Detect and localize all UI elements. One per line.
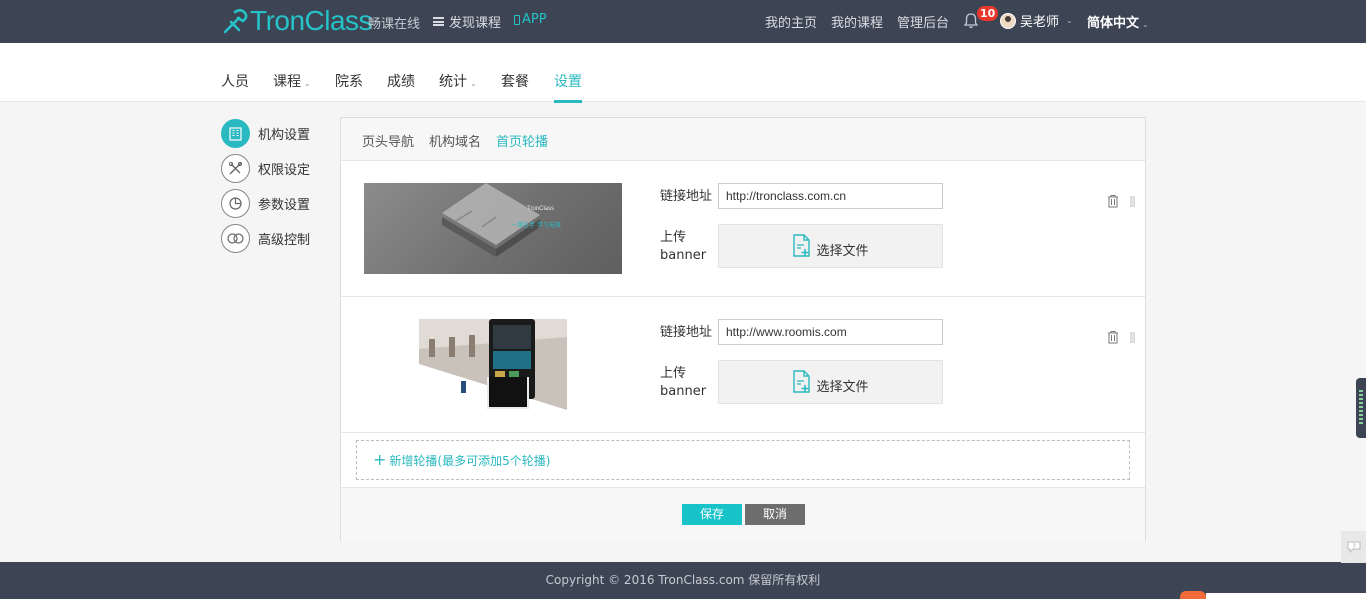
white-corner-strip: [1206, 593, 1366, 599]
my-home-link[interactable]: 我的主页: [765, 12, 817, 31]
subnav-item-packages[interactable]: 套餐: [501, 71, 529, 100]
chevron-down-icon: ⌄: [1142, 20, 1149, 29]
sidebar-label: 权限设定: [258, 163, 311, 178]
svg-text:?: ?: [1352, 543, 1355, 550]
settings-tabs: 页头导航 机构域名 首页轮播: [341, 118, 1145, 163]
orange-corner-widget: [1180, 591, 1206, 599]
subnav-label: 设置: [554, 74, 582, 90]
page-footer: Copyright © 2016 TronClass.com 保留所有权利: [0, 562, 1366, 599]
sub-navigation: 人员 课程 ⌄ 院系 成绩 统计 ⌄ 套餐 设置: [0, 43, 1366, 103]
user-name: 吴老师: [1020, 15, 1060, 30]
sidebar-label: 参数设置: [258, 198, 311, 213]
discover-courses-link[interactable]: 发现课程: [433, 12, 501, 31]
save-button[interactable]: 保存: [682, 504, 742, 525]
tab-homepage-carousel[interactable]: 首页轮播: [488, 131, 557, 163]
trash-icon[interactable]: [1107, 194, 1119, 208]
add-banner-button[interactable]: + 新增轮播(最多可添加5个轮播): [356, 440, 1130, 480]
my-courses-link[interactable]: 我的课程: [831, 12, 883, 31]
choose-file-label: 选择文件: [816, 243, 869, 259]
sidebar-item-permissions[interactable]: 权限设定: [221, 154, 310, 183]
tronclass-logo[interactable]: TronClass: [221, 5, 373, 37]
banner-image-preview: [419, 319, 567, 410]
top-header: TronClass 畅课在线 发现课程 APP 我的主页 我的课程 管理后台 1…: [0, 0, 1366, 43]
pie-chart-icon: [221, 189, 250, 218]
choose-file-button[interactable]: 选择文件: [718, 224, 943, 268]
choose-file-button[interactable]: 选择文件: [718, 360, 943, 404]
chevron-down-icon: ⌄: [1066, 16, 1073, 25]
sidebar-item-advanced[interactable]: 高级控制: [221, 224, 310, 253]
sidebar-label: 机构设置: [258, 128, 311, 143]
subnav-item-settings[interactable]: 设置: [554, 71, 582, 103]
user-menu[interactable]: 吴老师 ⌄: [1000, 11, 1073, 30]
banner-image-preview: TronClass 一课在手 学习无限: [364, 183, 622, 274]
add-banner-label: 新增轮播(最多可添加5个轮播): [389, 453, 551, 468]
upload-banner-label: 上传banner: [660, 366, 707, 399]
language-selector[interactable]: 简体中文 ⌄: [1087, 12, 1149, 31]
app-label: APP: [522, 12, 547, 27]
banner-row: TronClass 一课在手 学习无限 链接地址 上传banner 选择文件: [341, 161, 1145, 297]
subnav-item-grades[interactable]: 成绩: [387, 71, 415, 100]
app-link[interactable]: APP: [514, 12, 547, 27]
tab-header-nav[interactable]: 页头导航: [362, 131, 414, 161]
logo-mark-icon: [221, 6, 249, 36]
settings-panel: 页头导航 机构域名 首页轮播 TronClass 一课在手 学习无限 链接地址 …: [340, 117, 1146, 541]
sidebar-item-org-settings[interactable]: 机构设置: [221, 119, 310, 148]
cancel-button[interactable]: 取消: [745, 504, 805, 525]
banner-image-slogan: 一课在手 学习无限: [511, 222, 561, 229]
chat-bubble-icon: ?: [1347, 541, 1360, 553]
copyright-text: Copyright © 2016 TronClass.com 保留所有权利: [545, 573, 821, 587]
plus-icon: +: [373, 450, 387, 469]
sidebar-label: 高级控制: [258, 233, 311, 248]
chevron-down-icon: ⌄: [470, 79, 477, 88]
drag-handle[interactable]: [1130, 196, 1135, 207]
choose-file-label: 选择文件: [816, 379, 869, 395]
chevron-down-icon: ⌄: [304, 79, 311, 88]
upload-banner-label: 上传banner: [660, 230, 707, 263]
language-label: 简体中文: [1087, 16, 1140, 31]
signal-bars-icon: [1359, 390, 1363, 426]
link-url-input[interactable]: [718, 183, 943, 209]
toggle-icon: [221, 224, 250, 253]
side-widget-tab[interactable]: [1356, 378, 1366, 438]
subnav-item-courses[interactable]: 课程 ⌄: [273, 71, 311, 100]
building-icon: [221, 119, 250, 148]
subnav-item-statistics[interactable]: 统计 ⌄: [439, 71, 477, 100]
admin-link[interactable]: 管理后台: [897, 12, 949, 31]
menu-icon: [433, 17, 444, 26]
tab-org-domain[interactable]: 机构域名: [429, 131, 481, 161]
phone-icon: [514, 14, 520, 25]
subnav-label: 套餐: [501, 74, 529, 90]
subnav-label: 人员: [221, 74, 249, 90]
subnav-item-people[interactable]: 人员: [221, 71, 249, 100]
link-url-input[interactable]: [718, 319, 943, 345]
link-label: 链接地址: [660, 189, 713, 204]
subnav-label: 课程: [273, 74, 301, 90]
subnav-label: 统计: [439, 74, 467, 90]
banner-row: 链接地址 上传banner 选择文件: [341, 297, 1145, 433]
subnav-item-departments[interactable]: 院系: [335, 71, 363, 100]
sidebar-item-parameters[interactable]: 参数设置: [221, 189, 310, 218]
subnav-label: 院系: [335, 74, 363, 90]
tagline: 畅课在线: [368, 17, 421, 32]
bell-icon[interactable]: [963, 11, 979, 29]
subnav-label: 成绩: [387, 74, 415, 90]
discover-label: 发现课程: [449, 16, 502, 31]
banner-image-logo-text: TronClass: [527, 206, 555, 212]
drag-handle[interactable]: [1130, 332, 1135, 343]
file-add-icon: [793, 370, 811, 393]
link-label: 链接地址: [660, 325, 713, 340]
feedback-button[interactable]: ?: [1341, 531, 1366, 563]
logo-text: TronClass: [250, 5, 373, 36]
avatar: [1000, 12, 1016, 29]
trash-icon[interactable]: [1107, 330, 1119, 344]
notification-badge: 10: [977, 6, 999, 21]
form-actions: 保存 取消: [341, 487, 1145, 541]
tools-icon: [221, 154, 250, 183]
file-add-icon: [793, 234, 811, 257]
